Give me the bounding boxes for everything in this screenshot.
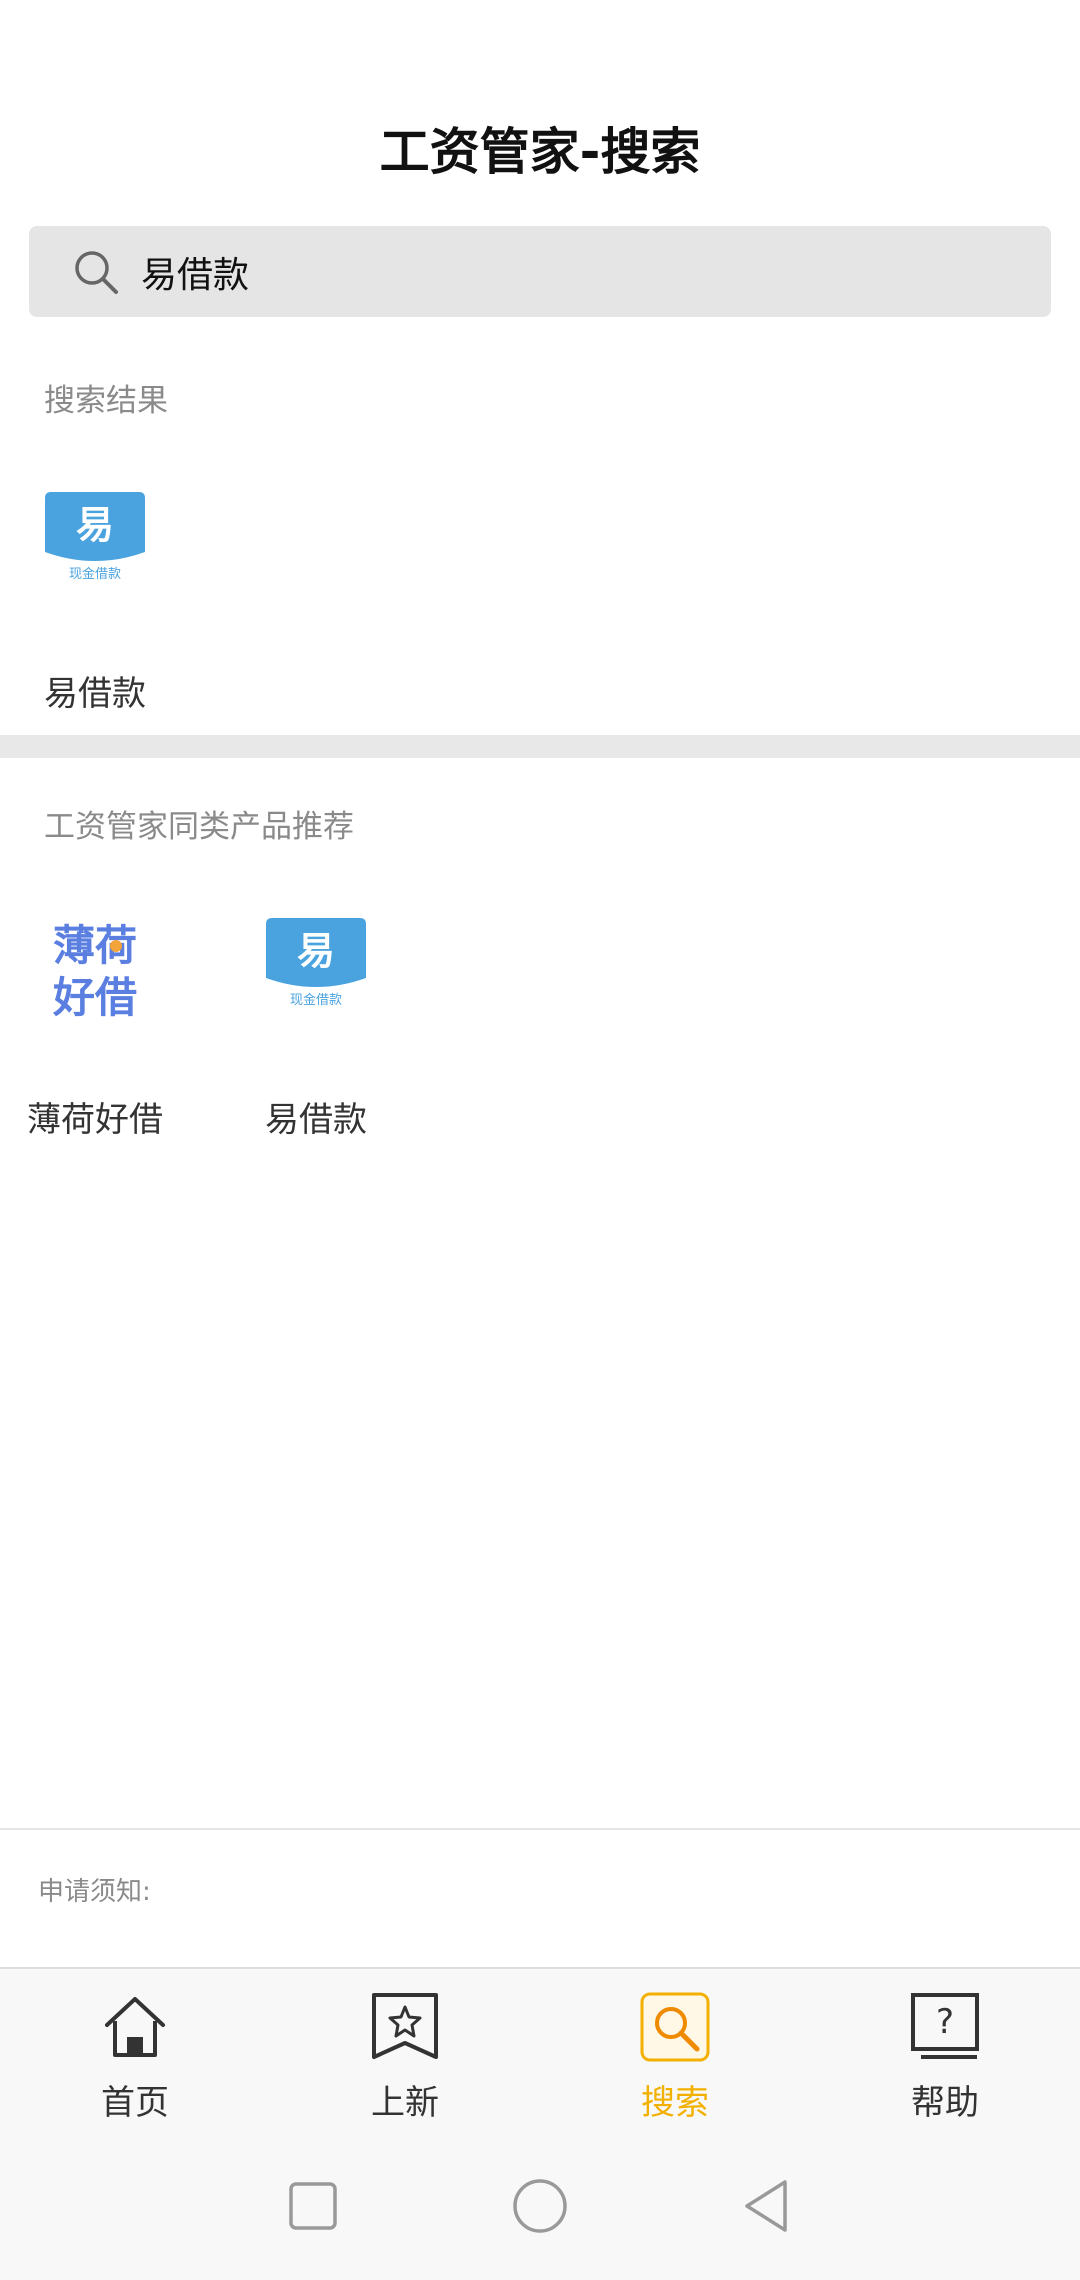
tab-search-label: 搜索	[641, 2083, 709, 2123]
tab-home[interactable]: 首页	[0, 1969, 270, 2132]
notice-label: 申请须知:	[38, 1877, 151, 1907]
search-icon	[75, 250, 118, 294]
back-triangle-icon[interactable]	[737, 2176, 797, 2236]
results-section-label: 搜索结果	[44, 383, 168, 419]
logo-subtitle: 现金借款	[69, 566, 121, 582]
recommend-app-bohe[interactable]: 薄荷 好借 薄荷好借	[0, 916, 190, 1141]
page-title: 工资管家-搜索	[379, 123, 701, 181]
logo-line2: 好借	[52, 973, 137, 1020]
svg-text:?: ?	[936, 2002, 954, 2042]
logo-line1: 薄荷	[53, 921, 137, 970]
bohe-haojie-logo: 薄荷 好借	[43, 916, 147, 1022]
recents-square-icon[interactable]	[283, 2176, 343, 2236]
recommend-app-yijiekuan[interactable]: 易 现金借款 易借款	[221, 916, 411, 1141]
search-bar[interactable]: 易借款	[29, 226, 1051, 317]
notice-divider	[0, 1828, 1080, 1830]
section-divider	[0, 735, 1080, 758]
tab-new[interactable]: 上新	[270, 1969, 540, 2132]
tab-help-label: 帮助	[911, 2083, 979, 2123]
search-input[interactable]: 易借款	[141, 246, 249, 298]
logo-char: 易	[297, 929, 335, 973]
tab-new-label: 上新	[371, 2083, 439, 2123]
home-circle-icon[interactable]	[510, 2176, 570, 2236]
bottom-tab-bar: 首页 上新 搜索 ? 帮助	[0, 1967, 1080, 2132]
search-icon	[640, 1992, 710, 2062]
yijiekuan-logo: 易 现金借款	[266, 918, 366, 1018]
recommend-app-name: 薄荷好借	[27, 1100, 163, 1140]
yijiekuan-logo: 易 现金借款	[45, 492, 145, 592]
result-app-name: 易借款	[44, 674, 146, 714]
home-icon	[105, 1997, 165, 2057]
tab-help[interactable]: ? 帮助	[810, 1969, 1080, 2132]
system-navigation-bar	[0, 2132, 1080, 2280]
star-bookmark-icon	[372, 1993, 438, 2059]
tab-home-label: 首页	[101, 2083, 169, 2123]
tab-search[interactable]: 搜索	[540, 1969, 810, 2132]
recommend-section-label: 工资管家同类产品推荐	[44, 809, 354, 845]
logo-subtitle: 现金借款	[290, 992, 342, 1008]
help-icon: ?	[911, 1993, 979, 2059]
result-app-yijiekuan[interactable]: 易 现金借款 易借款	[0, 490, 190, 715]
recommend-app-name: 易借款	[265, 1100, 367, 1140]
logo-char: 易	[76, 503, 114, 547]
